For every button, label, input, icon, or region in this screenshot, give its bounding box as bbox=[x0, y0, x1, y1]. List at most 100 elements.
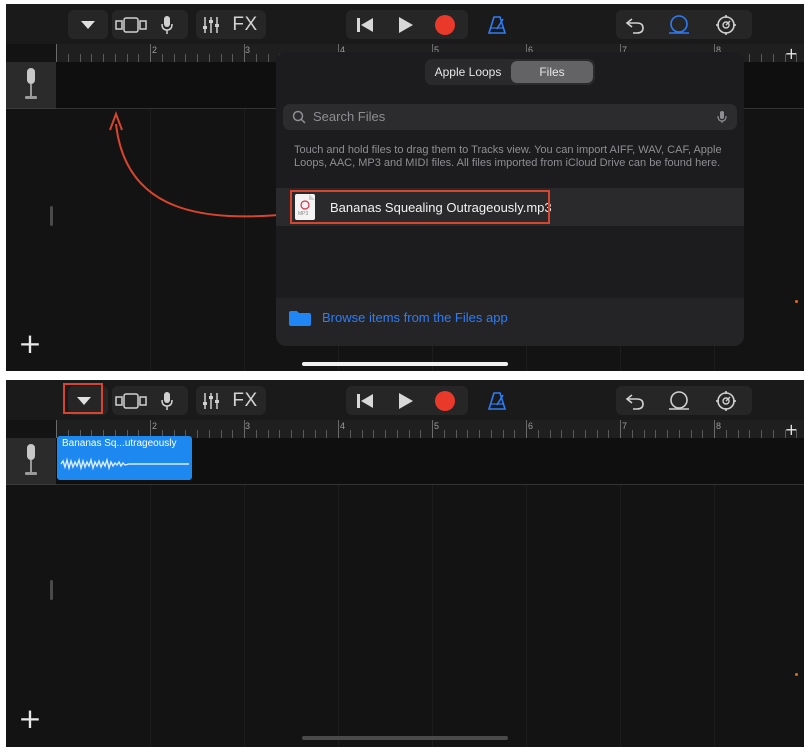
ruler-tick bbox=[91, 54, 93, 62]
ruler-tick bbox=[643, 430, 645, 438]
ruler-tick bbox=[737, 430, 739, 438]
add-section-button[interactable]: + bbox=[785, 44, 798, 63]
control-bar: FX bbox=[6, 380, 804, 420]
ruler-tick bbox=[490, 430, 492, 438]
folder-icon bbox=[289, 311, 311, 326]
bar-number: 2 bbox=[152, 45, 158, 55]
ruler-tick bbox=[749, 54, 751, 62]
file-list-item[interactable]: MP3 Bananas Squealing Outrageously.mp3 bbox=[276, 188, 744, 226]
ruler-tick bbox=[772, 54, 774, 62]
ruler-tick bbox=[173, 54, 175, 62]
rewind-icon[interactable] bbox=[350, 10, 380, 39]
tab-files[interactable]: Files bbox=[511, 61, 593, 83]
bar-number: 3 bbox=[245, 421, 251, 431]
settings-icon[interactable] bbox=[711, 10, 741, 39]
bar-number: 6 bbox=[528, 421, 534, 431]
ruler-tick bbox=[690, 430, 692, 438]
ruler-bar-line bbox=[714, 420, 715, 438]
fx-button[interactable]: FX bbox=[230, 10, 260, 39]
add-section-button[interactable]: + bbox=[785, 420, 798, 439]
track-header[interactable] bbox=[6, 438, 56, 485]
control-bar: FX bbox=[6, 4, 804, 44]
import-hint-text: Touch and hold files to drag them to Tra… bbox=[294, 144, 722, 169]
bar-number: 2 bbox=[152, 421, 158, 431]
garageband-tracks-view-with-region: FX 2 3 4 5 6 7 8 + Bananas Sq...utrageou… bbox=[6, 380, 804, 747]
ruler-tick bbox=[502, 430, 504, 438]
search-field[interactable]: Search Files bbox=[283, 104, 737, 130]
ruler-tick bbox=[725, 430, 727, 438]
home-indicator bbox=[302, 362, 508, 366]
ruler-tick bbox=[573, 430, 574, 438]
ruler-tick bbox=[326, 430, 328, 438]
ruler-tick bbox=[267, 430, 269, 438]
ruler-tick bbox=[232, 54, 234, 62]
settings-icon[interactable] bbox=[711, 386, 741, 415]
audio-region[interactable]: Bananas Sq...utrageously bbox=[57, 436, 192, 480]
mixer-icon[interactable] bbox=[198, 386, 224, 415]
ruler-tick bbox=[761, 54, 762, 62]
ruler-bar-line bbox=[338, 420, 339, 438]
metronome-icon[interactable] bbox=[482, 10, 512, 39]
file-highlight-box bbox=[290, 190, 550, 224]
sidebar-resize-handle[interactable] bbox=[50, 206, 53, 226]
search-icon bbox=[292, 110, 306, 124]
bar-number: 8 bbox=[716, 421, 722, 431]
ruler-tick bbox=[385, 430, 386, 438]
ruler-tick bbox=[197, 54, 198, 62]
ruler-tick bbox=[373, 430, 375, 438]
waveform bbox=[60, 457, 189, 471]
loop-browser-icon[interactable] bbox=[664, 10, 694, 39]
metronome-icon[interactable] bbox=[482, 386, 512, 415]
fx-button[interactable]: FX bbox=[230, 386, 260, 415]
ruler-tick bbox=[678, 430, 680, 438]
ruler-tick bbox=[103, 54, 104, 62]
undo-icon[interactable] bbox=[620, 386, 650, 415]
record-icon[interactable] bbox=[430, 10, 460, 39]
marker-dot bbox=[795, 673, 798, 676]
ruler-tick bbox=[608, 430, 610, 438]
ruler-bar-line bbox=[432, 420, 433, 438]
ruler-tick bbox=[208, 430, 210, 438]
ruler-tick bbox=[349, 430, 351, 438]
add-track-button[interactable]: + bbox=[18, 705, 42, 733]
play-icon[interactable] bbox=[390, 386, 420, 415]
ruler-tick bbox=[302, 430, 304, 438]
ruler-tick bbox=[255, 430, 257, 438]
tracks-view-icon[interactable] bbox=[114, 10, 148, 39]
ruler-bar-line bbox=[244, 44, 245, 62]
ruler-tick bbox=[455, 430, 457, 438]
ruler-tick bbox=[185, 54, 187, 62]
ruler-tick bbox=[126, 54, 128, 62]
undo-icon[interactable] bbox=[620, 10, 650, 39]
mixer-icon[interactable] bbox=[198, 10, 224, 39]
browse-files-app-link[interactable]: Browse items from the Files app bbox=[276, 298, 744, 346]
ruler-tick bbox=[514, 430, 516, 438]
ruler-tick bbox=[596, 430, 598, 438]
tracks-view-icon[interactable] bbox=[114, 386, 148, 415]
ruler-tick bbox=[479, 430, 480, 438]
ruler-tick bbox=[161, 54, 163, 62]
record-icon[interactable] bbox=[430, 386, 460, 415]
ruler-tick bbox=[537, 430, 539, 438]
bar-number: 3 bbox=[245, 45, 251, 55]
ruler-tick bbox=[279, 430, 281, 438]
ruler-tick bbox=[408, 430, 410, 438]
add-track-button[interactable]: + bbox=[18, 330, 42, 358]
tab-apple-loops[interactable]: Apple Loops bbox=[427, 61, 509, 83]
ruler-tick bbox=[67, 54, 69, 62]
ruler-bar-line bbox=[150, 44, 151, 62]
triangle-down-icon[interactable] bbox=[72, 10, 104, 39]
microphone-icon[interactable] bbox=[154, 386, 180, 415]
sidebar-resize-handle[interactable] bbox=[50, 580, 53, 600]
track-header[interactable] bbox=[6, 62, 56, 109]
dictation-microphone-icon[interactable] bbox=[717, 110, 727, 124]
loop-browser-icon[interactable] bbox=[664, 386, 694, 415]
ruler-tick bbox=[667, 430, 668, 438]
playhead-start bbox=[56, 420, 57, 438]
bar-number: 5 bbox=[434, 421, 440, 431]
play-icon[interactable] bbox=[390, 10, 420, 39]
ruler-tick bbox=[291, 430, 292, 438]
rewind-icon[interactable] bbox=[350, 386, 380, 415]
ruler-tick bbox=[361, 430, 363, 438]
microphone-icon[interactable] bbox=[154, 10, 180, 39]
